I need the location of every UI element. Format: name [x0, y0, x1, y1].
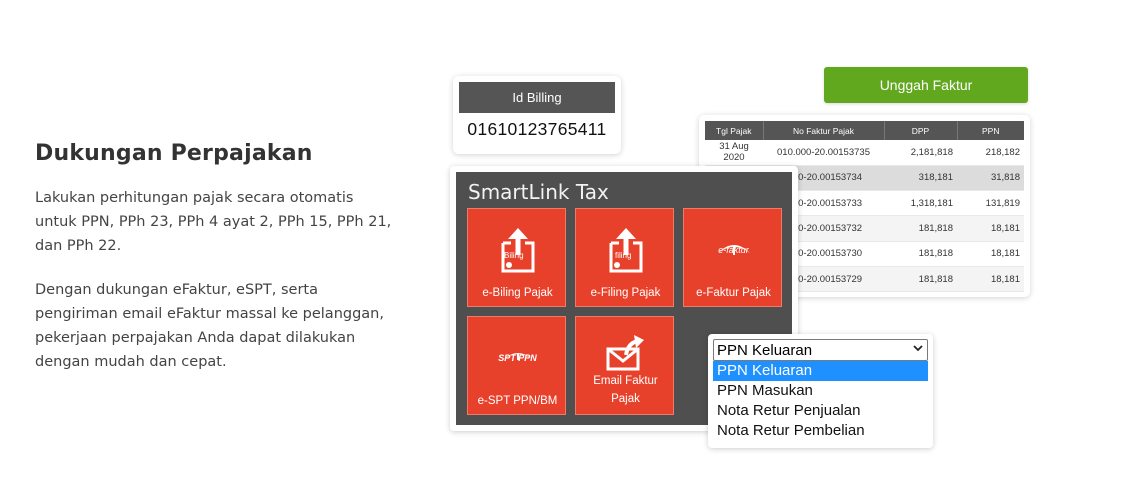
tile-e-biling[interactable]: Biling e-Biling Pajak: [467, 208, 566, 307]
option-ppn-keluaran[interactable]: PPN Keluaran: [713, 361, 928, 381]
tile-icon-text: e-faktur: [718, 245, 749, 255]
column-header-no-faktur[interactable]: No Faktur Pajak: [763, 121, 885, 140]
tile-label: e-SPT PPN/BM: [477, 395, 558, 407]
tile-icon-text: filing: [615, 251, 632, 260]
upload-faktur-button[interactable]: Unggah Faktur: [824, 67, 1028, 103]
cell-ppn: 131,819: [957, 190, 1024, 217]
tile-label: e-Filing Pajak: [590, 287, 661, 299]
cell-tgl-pajak: 31 Aug 2020: [705, 140, 763, 166]
ppn-type-selected-value: PPN Keluaran: [717, 341, 813, 359]
column-header-ppn[interactable]: PPN: [957, 121, 1024, 140]
ppn-type-options: PPN Keluaran PPN Masukan Nota Retur Penj…: [713, 361, 928, 441]
billing-header: Id Billing: [459, 82, 615, 113]
cell-dpp: 2,181,818: [884, 140, 957, 166]
option-nota-retur-penjualan[interactable]: Nota Retur Penjualan: [713, 401, 928, 421]
section-title: Dukungan Perpajakan: [35, 141, 313, 166]
tile-label: e-Biling Pajak: [482, 287, 553, 299]
smartlink-title: SmartLink Tax: [468, 180, 609, 204]
upload-filing-icon: [576, 219, 675, 279]
tile-email-faktur[interactable]: Email Faktur Pajak: [575, 316, 674, 415]
ppn-type-select[interactable]: PPN Keluaran: [713, 339, 928, 361]
chevron-down-icon[interactable]: [913, 343, 923, 356]
cell-ppn: 218,182: [957, 140, 1024, 166]
cell-ppn: 18,181: [957, 215, 1024, 242]
tile-e-faktur[interactable]: e-faktur e-Faktur Pajak: [683, 208, 782, 307]
billing-number: 01610123765411: [467, 119, 607, 139]
cell-no-faktur: 010.000-20.00153735: [763, 140, 884, 166]
cell-dpp: 181,818: [884, 266, 957, 293]
cell-dpp: 181,818: [884, 241, 957, 267]
tile-icon-text: SPT PPN: [498, 353, 537, 363]
column-header-tgl-pajak[interactable]: Tgl Pajak: [705, 121, 764, 140]
tile-e-spt[interactable]: SPT PPN e-SPT PPN/BM: [467, 316, 566, 415]
cell-ppn: 18,181: [957, 266, 1024, 293]
table-row[interactable]: 31 Aug 2020 010.000-20.00153735 2,181,81…: [705, 140, 1024, 166]
upload-billing-icon: [468, 219, 567, 279]
tile-label: e-Faktur Pajak: [696, 287, 771, 299]
section-paragraph-1: Lakukan perhitungan pajak secara otomati…: [35, 190, 392, 254]
cell-dpp: 1,318,181: [884, 190, 957, 217]
tile-label-line2: Pajak: [611, 393, 640, 405]
cell-ppn: 31,818: [957, 165, 1024, 192]
tile-icon-text: Biling: [504, 251, 524, 260]
cell-ppn: 18,181: [957, 241, 1024, 267]
billing-card: Id Billing 01610123765411: [453, 76, 621, 154]
option-ppn-masukan[interactable]: PPN Masukan: [713, 381, 928, 401]
table-header-row: Tgl Pajak No Faktur Pajak DPP PPN: [705, 121, 1024, 140]
column-header-dpp[interactable]: DPP: [884, 121, 958, 140]
tile-label-line1: Email Faktur: [593, 375, 658, 387]
option-nota-retur-pembelian[interactable]: Nota Retur Pembelian: [713, 421, 928, 441]
cell-dpp: 181,818: [884, 215, 957, 242]
section-paragraph-2: Dengan dukungan eFaktur, eSPT, serta pen…: [35, 282, 384, 370]
cell-dpp: 318,181: [884, 165, 957, 192]
tile-e-filing[interactable]: filing e-Filing Pajak: [575, 208, 674, 307]
